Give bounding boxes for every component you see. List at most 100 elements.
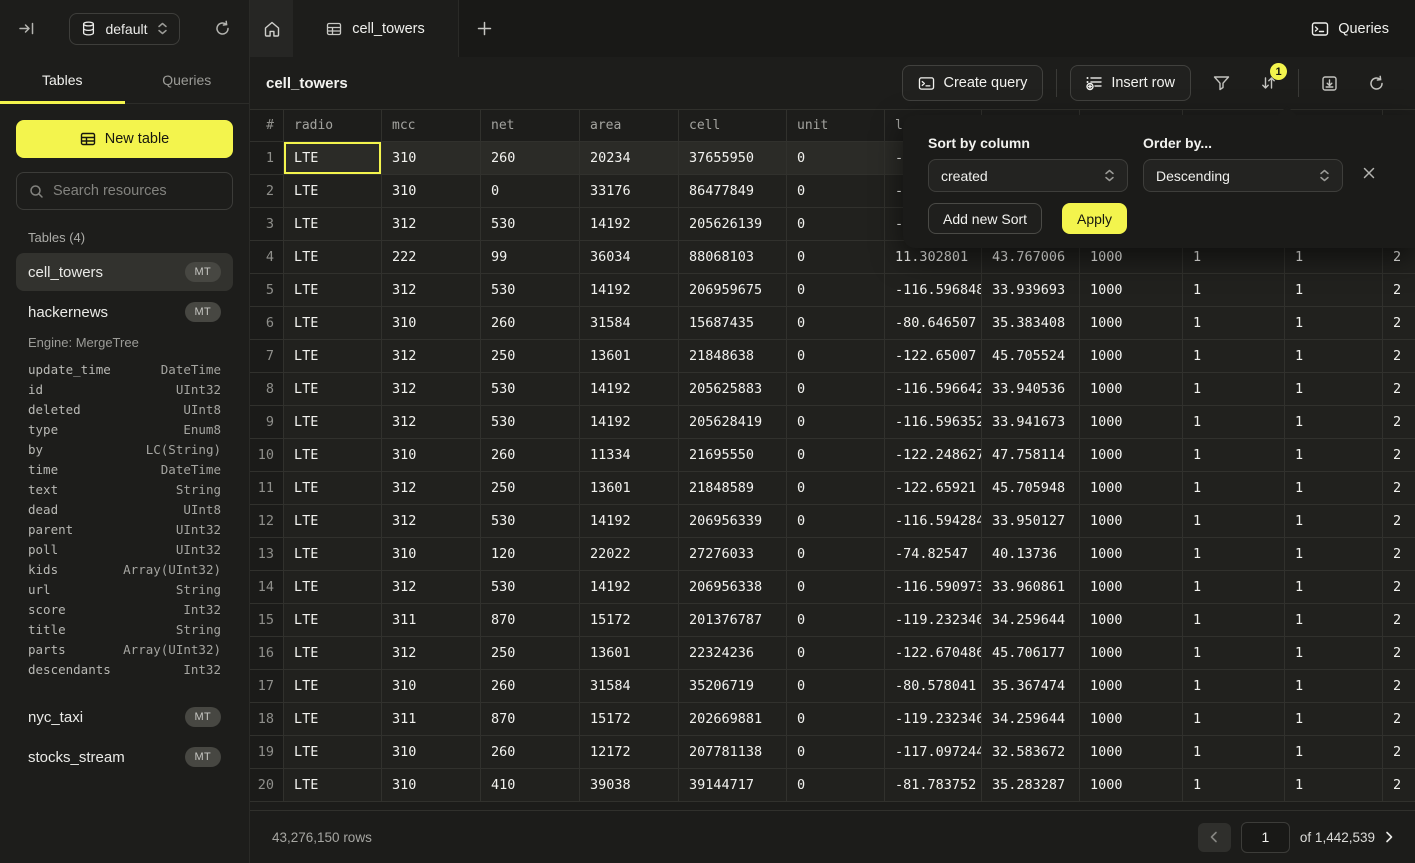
column-header[interactable]: net (481, 110, 580, 142)
table-cell[interactable]: 1000 (1080, 340, 1183, 373)
table-cell[interactable]: 13601 (580, 340, 679, 373)
collapse-sidebar-icon[interactable] (14, 16, 39, 41)
table-cell[interactable]: LTE (284, 769, 382, 802)
table-cell[interactable]: 0 (787, 571, 885, 604)
table-cell[interactable]: 311 (382, 703, 481, 736)
table-cell[interactable]: 310 (382, 175, 481, 208)
table-cell[interactable]: 206956338 (679, 571, 787, 604)
table-cell[interactable]: 33.941673 (982, 406, 1080, 439)
table-cell[interactable]: 0 (787, 769, 885, 802)
table-cell[interactable]: 222 (382, 241, 481, 274)
table-cell[interactable]: -122.248627 (885, 439, 982, 472)
insert-row-button[interactable]: Insert row (1070, 65, 1191, 101)
table-cell[interactable]: 11334 (580, 439, 679, 472)
table-cell[interactable]: 35.383408 (982, 307, 1080, 340)
table-cell[interactable]: 1000 (1080, 571, 1183, 604)
table-cell[interactable]: 260 (481, 307, 580, 340)
column-header[interactable]: cell (679, 110, 787, 142)
column-header[interactable]: unit (787, 110, 885, 142)
table-cell[interactable]: 39144717 (679, 769, 787, 802)
table-cell[interactable]: LTE (284, 670, 382, 703)
table-cell[interactable]: 530 (481, 373, 580, 406)
table-cell[interactable]: 260 (481, 736, 580, 769)
table-cell[interactable]: LTE (284, 571, 382, 604)
table-cell[interactable]: 99 (481, 241, 580, 274)
table-cell[interactable]: 33.940536 (982, 373, 1080, 406)
table-cell[interactable]: LTE (284, 505, 382, 538)
table-cell[interactable]: -122.65007 (885, 340, 982, 373)
table-cell[interactable]: 1 (1183, 472, 1285, 505)
table-cell[interactable]: 1 (1183, 340, 1285, 373)
table-cell[interactable]: 312 (382, 340, 481, 373)
table-cell[interactable]: 31584 (580, 307, 679, 340)
table-cell[interactable]: 202669881 (679, 703, 787, 736)
table-cell[interactable]: 410 (481, 769, 580, 802)
table-cell[interactable]: 39038 (580, 769, 679, 802)
table-cell[interactable]: 1 (1285, 274, 1383, 307)
table-cell[interactable]: 311 (382, 604, 481, 637)
table-cell[interactable]: 2 (1383, 538, 1415, 571)
table-cell[interactable]: 2 (1383, 670, 1415, 703)
table-cell[interactable]: 32.583672 (982, 736, 1080, 769)
table-cell[interactable]: 2 (1383, 274, 1415, 307)
table-cell[interactable]: 1000 (1080, 736, 1183, 769)
table-cell[interactable]: 250 (481, 340, 580, 373)
table-cell[interactable]: 15687435 (679, 307, 787, 340)
refresh-table-icon[interactable] (1359, 66, 1393, 100)
table-cell[interactable]: 2 (1383, 307, 1415, 340)
table-cell[interactable]: 35.283287 (982, 769, 1080, 802)
table-cell[interactable]: 1 (1285, 373, 1383, 406)
table-cell[interactable]: 0 (787, 208, 885, 241)
table-cell[interactable]: LTE (284, 175, 382, 208)
table-cell[interactable]: 1000 (1080, 472, 1183, 505)
table-cell[interactable]: 250 (481, 472, 580, 505)
page-number-input[interactable] (1241, 822, 1290, 853)
table-cell[interactable]: 14192 (580, 373, 679, 406)
table-cell[interactable]: 1 (1285, 406, 1383, 439)
table-cell[interactable]: 1000 (1080, 406, 1183, 439)
table-cell[interactable]: LTE (284, 439, 382, 472)
table-cell[interactable]: 1 (1285, 472, 1383, 505)
table-cell[interactable]: 310 (382, 142, 481, 175)
table-cell[interactable]: 0 (787, 505, 885, 538)
table-cell[interactable]: 21848589 (679, 472, 787, 505)
table-cell[interactable]: -119.232346 (885, 604, 982, 637)
table-cell[interactable]: 1 (1285, 538, 1383, 571)
table-cell[interactable]: 37655950 (679, 142, 787, 175)
next-page-button[interactable] (1385, 831, 1393, 843)
table-cell[interactable]: 1 (1183, 703, 1285, 736)
table-cell[interactable]: 1 (1183, 406, 1285, 439)
table-cell[interactable]: 205626139 (679, 208, 787, 241)
column-header[interactable]: radio (284, 110, 382, 142)
column-header[interactable]: mcc (382, 110, 481, 142)
sidebar-item-stocks-stream[interactable]: stocks_stream MT (16, 738, 233, 776)
table-cell[interactable]: 15172 (580, 604, 679, 637)
table-cell[interactable]: 45.706177 (982, 637, 1080, 670)
table-cell[interactable]: 1 (1183, 670, 1285, 703)
table-cell[interactable]: 0 (787, 670, 885, 703)
table-cell[interactable]: 2 (1383, 472, 1415, 505)
table-cell[interactable]: 40.13736 (982, 538, 1080, 571)
table-cell[interactable]: 120 (481, 538, 580, 571)
new-table-button[interactable]: New table (16, 120, 233, 158)
table-cell[interactable]: 310 (382, 736, 481, 769)
refresh-databases-icon[interactable] (210, 16, 235, 41)
table-cell[interactable]: 207781138 (679, 736, 787, 769)
table-cell[interactable]: -119.232346 (885, 703, 982, 736)
table-cell[interactable]: 86477849 (679, 175, 787, 208)
table-cell[interactable]: 1 (1183, 571, 1285, 604)
table-cell[interactable]: 260 (481, 670, 580, 703)
table-cell[interactable]: 1 (1183, 439, 1285, 472)
table-cell[interactable]: 0 (787, 472, 885, 505)
table-cell[interactable]: 2 (1383, 604, 1415, 637)
table-cell[interactable]: LTE (284, 208, 382, 241)
table-cell[interactable]: 2 (1383, 637, 1415, 670)
table-cell[interactable]: 14192 (580, 505, 679, 538)
table-cell[interactable]: LTE (284, 142, 382, 175)
table-cell[interactable]: 312 (382, 472, 481, 505)
table-cell[interactable]: -116.596848 (885, 274, 982, 307)
table-cell[interactable]: 1 (1285, 703, 1383, 736)
table-cell[interactable]: 870 (481, 604, 580, 637)
table-cell[interactable]: 88068103 (679, 241, 787, 274)
sidebar-item-nyc-taxi[interactable]: nyc_taxi MT (16, 698, 233, 736)
